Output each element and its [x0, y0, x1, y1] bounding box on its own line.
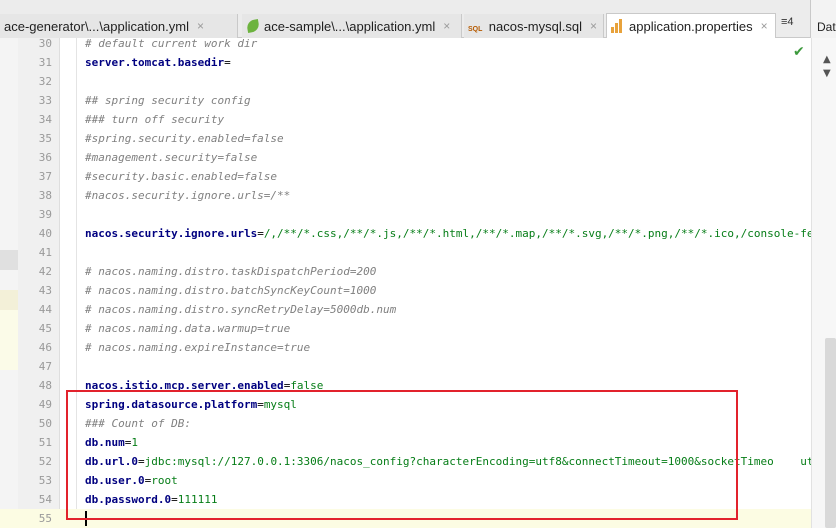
comment-text: ## spring security config: [85, 94, 251, 107]
line-number: 46: [38, 341, 52, 354]
code-line[interactable]: 35 #spring.security.enabled=false: [0, 129, 811, 148]
code-line[interactable]: 46 # nacos.naming.expireInstance=true: [0, 338, 811, 357]
property-line: server.tomcat.basedir=: [85, 56, 231, 69]
line-number: 34: [38, 113, 52, 126]
tab-label: ace-generator\...\application.yml: [4, 18, 189, 34]
line-number: 41: [38, 246, 52, 259]
tab-application-properties[interactable]: application.properties ×: [606, 13, 776, 38]
tab-nacos-mysql-sql[interactable]: SQL nacos-mysql.sql ×: [464, 14, 604, 38]
comment-text: # nacos.naming.distro.syncRetryDelay=500…: [85, 303, 397, 316]
comment-text: # nacos.naming.distro.batchSyncKeyCount=…: [85, 284, 377, 297]
comment-text: #spring.security.enabled=false: [85, 132, 284, 145]
line-number: 54: [38, 493, 52, 506]
line-number: 52: [38, 455, 52, 468]
comment-text: # nacos.naming.expireInstance=true: [85, 341, 311, 354]
highlight-annotation-box: [66, 390, 738, 520]
tab-ace-sample-application-yml[interactable]: ace-sample\...\application.yml ×: [242, 14, 462, 38]
line-number: 36: [38, 151, 52, 164]
property-key: server.tomcat.basedir: [85, 56, 225, 69]
tab-ace-generator-application-yml[interactable]: ace-generator\...\application.yml ×: [0, 14, 238, 38]
comment-text: ### turn off security: [85, 113, 225, 126]
close-icon[interactable]: ×: [443, 19, 450, 33]
code-line[interactable]: 37 #security.basic.enabled=false: [0, 167, 811, 186]
line-number: 43: [38, 284, 52, 297]
sql-file-icon: SQL: [468, 26, 483, 33]
code-line[interactable]: 44 # nacos.naming.distro.syncRetryDelay=5…: [0, 300, 811, 319]
chevron-up-icon[interactable]: ▲: [823, 54, 831, 65]
line-number: 39: [38, 208, 52, 221]
properties-file-icon: [611, 19, 625, 33]
inspection-ok-check-icon[interactable]: ✔: [793, 44, 805, 60]
spring-leaf-icon: [246, 19, 260, 33]
line-number: 49: [38, 398, 52, 411]
code-line[interactable]: 31 server.tomcat.basedir=: [0, 53, 811, 72]
line-number: 48: [38, 379, 52, 392]
close-icon[interactable]: ×: [590, 19, 597, 33]
property-value: /,/**/*.css,/**/*.js,/**/*.html,/**/*.ma…: [263, 227, 811, 240]
line-number: 42: [38, 265, 52, 278]
code-line[interactable]: 38 #nacos.security.ignore.urls=/**: [0, 186, 811, 205]
code-line[interactable]: 45 # nacos.naming.data.warmup=true: [0, 319, 811, 338]
code-line[interactable]: 39: [0, 205, 811, 224]
code-line[interactable]: 30 # default current work dir: [0, 38, 811, 53]
line-number: 31: [38, 56, 52, 69]
code-line[interactable]: 42 # nacos.naming.distro.taskDispatchPeri…: [0, 262, 811, 281]
tab-label: nacos-mysql.sql: [488, 18, 582, 34]
code-line[interactable]: 36 #management.security=false: [0, 148, 811, 167]
editor-tab-bar: ace-generator\...\application.yml × ace-…: [0, 0, 836, 38]
comment-text: # nacos.naming.data.warmup=true: [85, 322, 291, 335]
code-line[interactable]: 47: [0, 357, 811, 376]
more-tabs-button[interactable]: ≡4: [781, 16, 794, 28]
line-number: 35: [38, 132, 52, 145]
line-number: 55: [38, 512, 52, 525]
comment-text: # default current work dir: [85, 38, 258, 50]
tab-label: ace-sample\...\application.yml: [264, 18, 436, 34]
scrollbar-thumb[interactable]: [825, 338, 836, 528]
code-line[interactable]: 34 ### turn off security: [0, 110, 811, 129]
comment-text: # nacos.naming.distro.taskDispatchPeriod…: [85, 265, 377, 278]
line-number: 33: [38, 94, 52, 107]
code-line[interactable]: 43 # nacos.naming.distro.batchSyncKeyCoun…: [0, 281, 811, 300]
line-number: 37: [38, 170, 52, 183]
code-line[interactable]: 40 nacos.security.ignore.urls=/,/**/*.css…: [0, 224, 811, 243]
close-icon[interactable]: ×: [761, 19, 768, 33]
code-line[interactable]: 41: [0, 243, 811, 262]
line-number: 44: [38, 303, 52, 316]
database-panel-tab[interactable]: Dat: [810, 0, 836, 38]
tab-label: application.properties: [629, 18, 753, 34]
line-number: 47: [38, 360, 52, 373]
comment-text: #security.basic.enabled=false: [85, 170, 278, 183]
line-number: 40: [38, 227, 52, 240]
chevron-down-icon[interactable]: ▼: [823, 68, 831, 79]
close-icon[interactable]: ×: [197, 19, 204, 33]
line-number: 38: [38, 189, 52, 202]
property-key: nacos.security.ignore.urls: [85, 227, 258, 240]
line-number: 51: [38, 436, 52, 449]
line-number: 45: [38, 322, 52, 335]
code-line[interactable]: 32: [0, 72, 811, 91]
property-line: nacos.security.ignore.urls=/,/**/*.css,/…: [85, 227, 811, 240]
line-number: 50: [38, 417, 52, 430]
line-number: 53: [38, 474, 52, 487]
line-number: 32: [38, 75, 52, 88]
equals-sign: =: [257, 227, 264, 240]
comment-text: #nacos.security.ignore.urls=/**: [85, 189, 291, 202]
line-number: 30: [38, 38, 52, 50]
code-line[interactable]: 33 ## spring security config: [0, 91, 811, 110]
comment-text: #management.security=false: [85, 151, 258, 164]
equals-sign: =: [224, 56, 231, 69]
